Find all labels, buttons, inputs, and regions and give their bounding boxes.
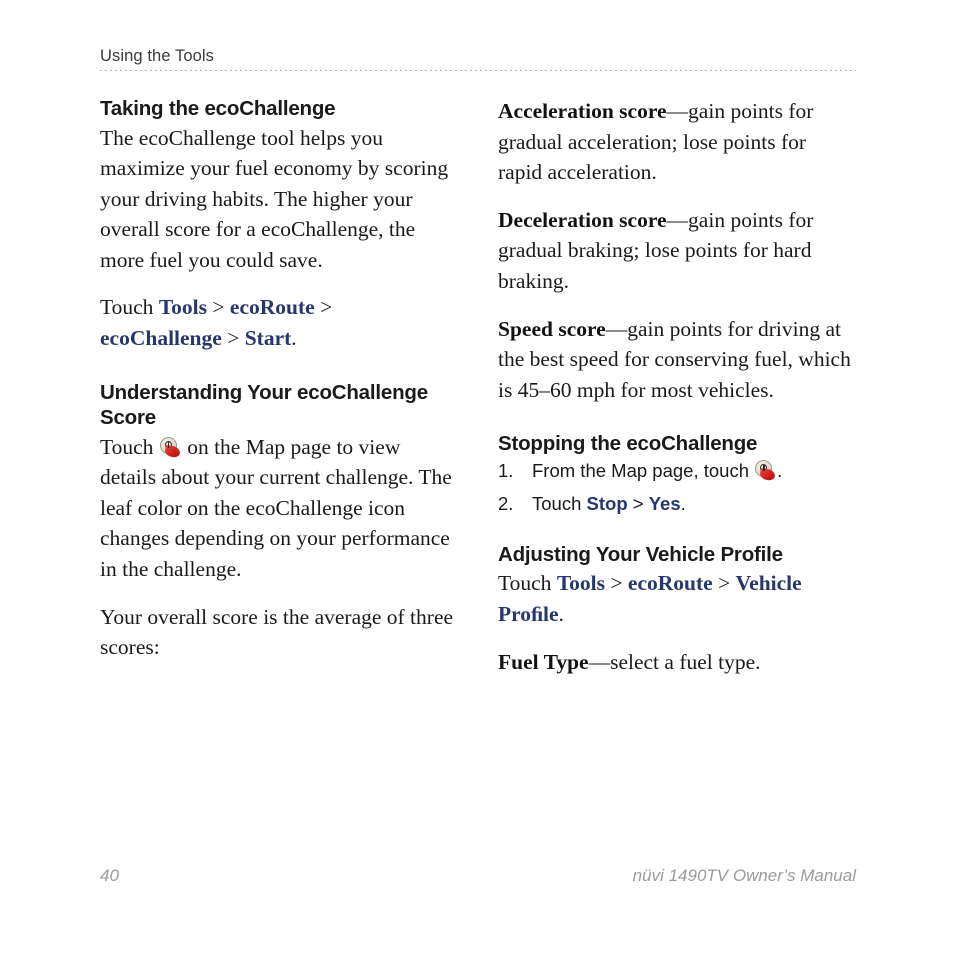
step-number: 2. (498, 492, 514, 514)
heading-understanding-your-ecochallenge-score: Understanding Your ecoChallenge Score (100, 380, 428, 430)
step-text-before-icon: From the Map page, touch (532, 459, 755, 481)
header-divider-rule (100, 70, 856, 71)
link-ecoroute[interactable]: ecoRoute (628, 571, 713, 595)
list-item: 2. Touch Stop > Yes. (498, 492, 854, 516)
leaf-shape (759, 467, 776, 481)
link-yes[interactable]: Yes (649, 493, 681, 514)
touch-prefix: Touch (498, 571, 557, 596)
link-tools[interactable]: Tools (159, 295, 207, 319)
running-header: Using the Tools (100, 46, 856, 66)
link-ecochallenge[interactable]: ecoChallenge (100, 326, 222, 350)
touch-prefix: Touch (100, 295, 159, 320)
heading-taking-the-ecochallenge: Taking the ecoChallenge (100, 97, 336, 120)
step-number: 1. (498, 459, 514, 481)
path-separator: > (712, 571, 736, 596)
path-separator: > (627, 492, 649, 514)
paragraph-ecochallenge-intro: The ecoChallenge tool helps you maximize… (100, 125, 449, 272)
definition-fuel-type-text: select a fuel type. (610, 649, 761, 674)
paragraph-overall-score: Your overall score is the average of thr… (100, 604, 454, 660)
path-separator: > (207, 295, 230, 320)
link-start[interactable]: Start (245, 326, 292, 350)
step-text-after: . (680, 492, 686, 514)
heading-stopping-the-ecochallenge: Stopping the ecoChallenge (498, 432, 758, 456)
step-text-before: Touch (532, 492, 587, 514)
paragraph-touch-path-vehicle-profile: Touch Tools > ecoRoute > Vehicle Proﬁle. (498, 568, 854, 629)
ecochallenge-leaf-icon (159, 436, 181, 458)
left-column: Taking the ecoChallenge The ecoChallenge… (100, 96, 456, 663)
em-dash: — (605, 316, 628, 341)
term-fuel-type: Fuel Type (498, 649, 589, 674)
score-definition-deceleration: Deceleration score—gain points for gradu… (498, 205, 854, 297)
paragraph-touch-path-start: Touch Tools > ecoRoute > ecoChallenge > … (100, 292, 456, 353)
definition-fuel-type: Fuel Type—select a fuel type. (498, 647, 854, 678)
stopping-steps-list: 1. From the Map page, touch . 2. Touch Sto… (498, 459, 854, 516)
step-text-after-icon: . (777, 459, 783, 481)
link-tools[interactable]: Tools (557, 571, 605, 595)
manual-title: nüvi 1490TV Owner’s Manual (632, 866, 856, 885)
link-ecoroute[interactable]: ecoRoute (230, 295, 315, 319)
right-column: Acceleration score—gain points for gradu… (498, 96, 854, 677)
manual-page: Using the Tools Taking the ecoChallenge … (0, 0, 954, 954)
page-footer: 40 nüvi 1490TV Owner’s Manual (100, 866, 856, 886)
path-separator: > (605, 571, 628, 596)
text-before-icon: Touch (100, 434, 159, 459)
paragraph-understanding-score: Touch on the Map page to view details ab… (100, 432, 456, 585)
em-dash: — (588, 649, 611, 674)
touch-suffix: . (291, 326, 297, 351)
term-acceleration-score: Acceleration score (498, 99, 667, 123)
page-number: 40 (100, 866, 119, 885)
ecochallenge-leaf-icon (755, 459, 776, 481)
touch-suffix: . (558, 601, 564, 626)
score-definition-speed: Speed score—gain points for driving at t… (498, 314, 854, 406)
path-separator: > (221, 326, 245, 351)
score-definition-acceleration: Acceleration score—gain points for gradu… (498, 96, 854, 188)
path-separator: > (314, 295, 333, 320)
term-speed-score: Speed score (498, 316, 606, 341)
running-header-title: Using the Tools (100, 47, 215, 65)
link-stop[interactable]: Stop (587, 493, 628, 514)
list-item: 1. From the Map page, touch . (498, 459, 854, 483)
heading-adjusting-your-vehicle-profile: Adjusting Your Vehicle Profile (498, 542, 783, 566)
term-deceleration-score: Deceleration score (498, 207, 667, 232)
leaf-shape (164, 444, 181, 458)
em-dash: — (666, 207, 689, 232)
em-dash: — (666, 99, 689, 123)
